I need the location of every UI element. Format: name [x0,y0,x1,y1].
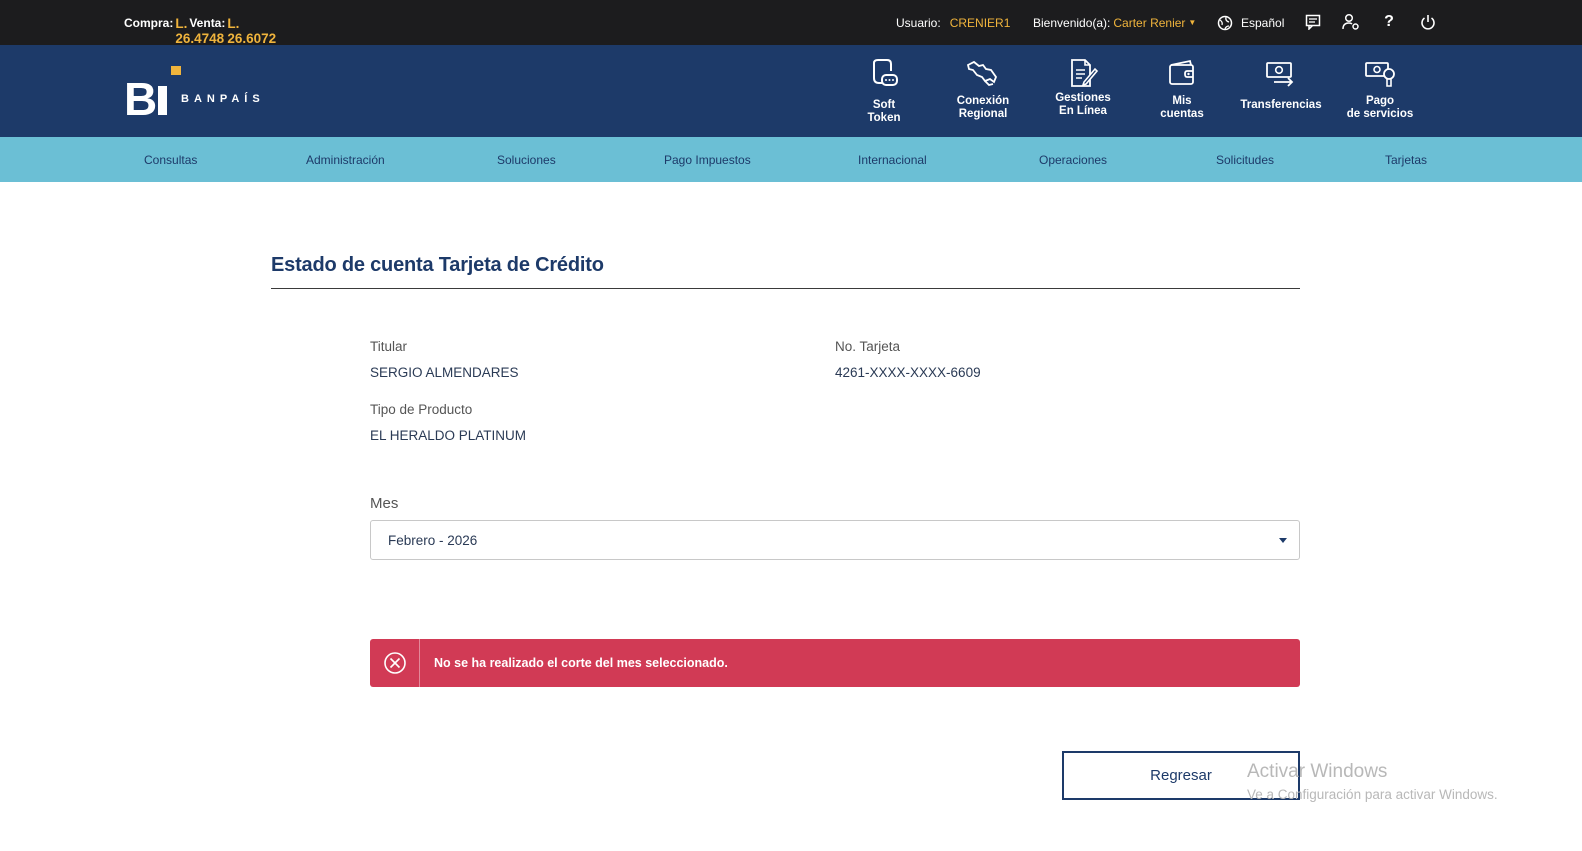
nav-soluciones[interactable]: Soluciones [497,137,556,182]
quick-pago-servicios[interactable]: Pago de servicios [1335,45,1425,137]
quick-label: Mis cuentas [1160,95,1204,120]
nav-consultas[interactable]: Consultas [144,137,197,182]
quick-soft-token[interactable]: Soft Token [839,45,929,137]
usuario: Usuario: CRENIER1 [896,0,1010,45]
bi-logo-icon: B [124,66,181,125]
user-settings-icon[interactable] [1341,12,1361,32]
bienvenido-value: Carter Renier [1113,15,1186,30]
quick-gestiones[interactable]: Gestiones En Línea [1038,45,1128,137]
power-icon[interactable] [1418,12,1438,32]
producto-label: Tipo de Producto [370,402,473,417]
close-circle-icon [383,652,406,674]
nav-operaciones[interactable]: Operaciones [1039,137,1107,182]
quick-label: Transferencias [1240,99,1322,111]
nav-tarjetas[interactable]: Tarjetas [1385,137,1427,182]
map-icon [966,60,998,86]
venta-value: L. 26.6072 [227,15,277,46]
alert-message: No se ha realizado el corte del mes sele… [434,656,728,670]
mes-label: Mes [370,495,399,512]
titular-label: Titular [370,339,408,354]
logo-wordmark: BANPAÍS [181,93,265,105]
caret-down-icon: ▼ [1188,18,1197,27]
transfer-icon [1266,62,1294,87]
bienvenido-label: Bienvenido(a): [1033,15,1111,30]
compra-label: Compra: [124,15,174,30]
compra-rate: Compra: L. 26.4748 [124,15,224,46]
error-alert: No se ha realizado el corte del mes sele… [370,639,1300,687]
service-payment-icon [1365,62,1395,87]
usuario-label: Usuario: [896,15,941,30]
quick-label: Pago de servicios [1346,95,1414,120]
tarjeta-label: No. Tarjeta [835,339,901,354]
nav-administracion[interactable]: Administración [306,137,385,182]
error-icon-cell [370,639,420,687]
messages-icon[interactable] [1303,12,1323,32]
page-title: Estado de cuenta Tarjeta de Crédito [271,254,604,276]
producto-value: EL HERALDO PLATINUM [370,428,527,443]
top-bar: Compra: L. 26.4748 Venta: L. 26.6072 Usu… [0,0,1582,46]
title-divider [271,288,1300,289]
windows-watermark-title: Activar Windows [1247,761,1388,782]
soft-token-icon [873,59,898,86]
quick-conexion-regional[interactable]: Conexión Regional [938,45,1028,137]
help-glyph: ? [1384,13,1394,30]
user-menu[interactable]: Bienvenido(a): Carter Renier ▼ [1033,0,1196,45]
document-edit-icon [1071,59,1099,87]
nav-solicitudes[interactable]: Solicitudes [1216,137,1274,182]
windows-watermark-subtitle: Ve a Configuración para activar Windows. [1247,787,1498,802]
usuario-value: CRENIER1 [949,15,1011,30]
titular-value: SERGIO ALMENDARES [370,365,519,380]
tarjeta-value: 4261-XXXX-XXXX-6609 [835,365,981,380]
language-label: Español [1241,15,1285,30]
main-nav: Consultas Administración Soluciones Pago… [0,137,1582,182]
quick-label: Gestiones En Línea [1055,92,1111,117]
globe-icon [1217,15,1233,30]
nav-internacional[interactable]: Internacional [858,137,927,182]
svg-text:B: B [124,73,157,118]
quick-mis-cuentas[interactable]: Mis cuentas [1137,45,1227,137]
chevron-down-icon [1279,538,1287,543]
nav-pago-impuestos[interactable]: Pago Impuestos [664,137,751,182]
banpais-logo[interactable]: B [124,66,284,125]
quick-transferencias[interactable]: Transferencias [1236,45,1326,137]
mes-select[interactable]: Febrero - 2026 [370,520,1300,560]
exchange-rates: Compra: L. 26.4748 Venta: L. 26.6072 [124,0,276,46]
quick-label: Soft Token [867,99,901,124]
compra-value: L. 26.4748 [175,15,225,46]
language-selector[interactable]: Español [1217,0,1284,45]
help-icon[interactable]: ? [1379,12,1399,32]
wallet-icon [1169,59,1194,85]
quick-label: Conexión Regional [956,95,1010,120]
mes-selected-value: Febrero - 2026 [388,533,478,548]
